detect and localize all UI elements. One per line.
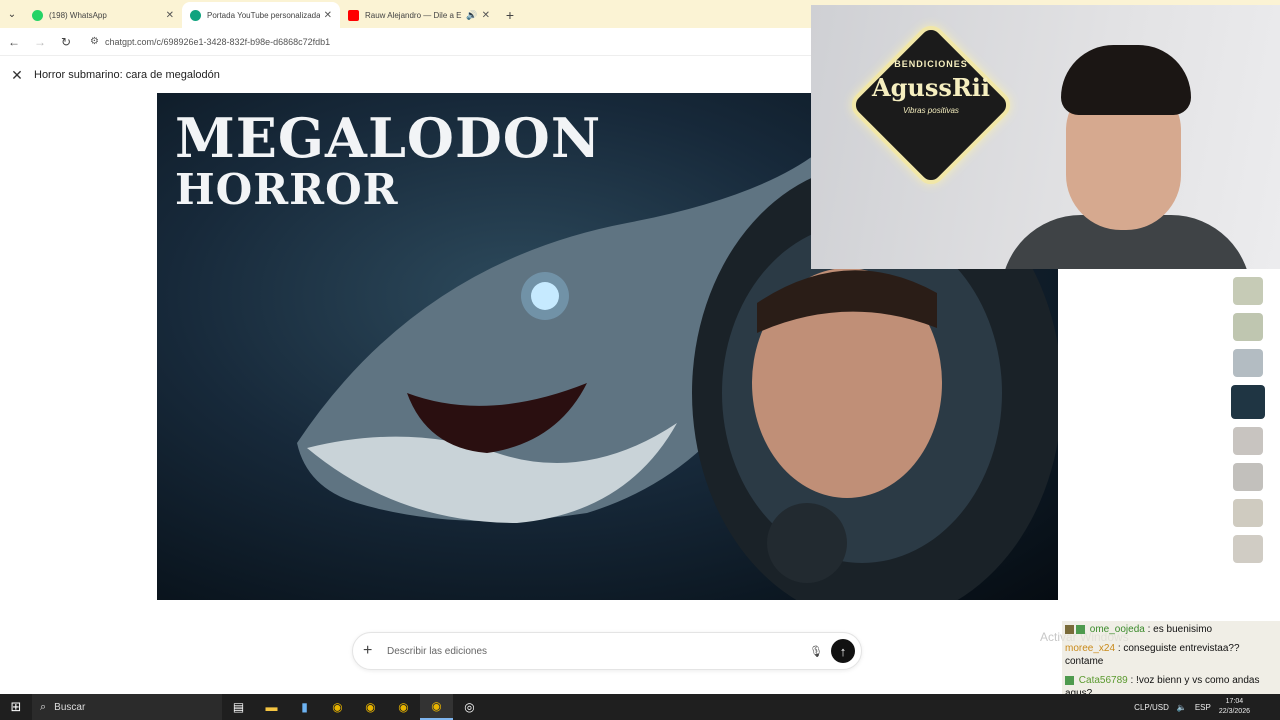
thumbnail-item[interactable] <box>1233 499 1263 527</box>
tab-title: (198) WhatsApp <box>49 10 107 20</box>
close-tab-icon[interactable]: ✕ <box>166 10 174 21</box>
image-title-line1: Megalodon <box>175 106 602 170</box>
chat-message: moree_x24 : conseguiste entrevistaa?? co… <box>1065 642 1277 668</box>
clock-time: 17:04 <box>1225 698 1244 705</box>
close-icon[interactable]: ✕ <box>0 67 34 84</box>
chrome-icon[interactable]: ◉ <box>387 694 420 720</box>
tab-title: Rauw Alejandro — Dile a El <box>365 10 463 20</box>
send-button[interactable]: ↑ <box>831 639 855 663</box>
new-tab-button[interactable]: + <box>498 2 522 28</box>
badge-icon <box>1065 624 1074 634</box>
windows-start-icon[interactable]: ⊞ <box>0 694 32 720</box>
streamer-webcam: BENDICIONES AgussRii Vibras positivas <box>811 5 1280 269</box>
tab-search-chevron-icon[interactable]: ⌄ <box>0 0 24 28</box>
chat-username: Cata56789 <box>1078 675 1128 686</box>
tab-title: Portada YouTube personalizada <box>207 10 320 20</box>
file-explorer-icon[interactable]: ▬ <box>255 694 288 720</box>
taskbar-clock[interactable]: 17:04 22/3/2026 <box>1219 697 1250 717</box>
speaker-icon[interactable]: 🔊 <box>466 10 477 21</box>
thumbnail-item[interactable] <box>1233 349 1263 377</box>
thumbnail-item[interactable] <box>1233 427 1263 455</box>
image-title-text: Megalodon Horror <box>175 111 601 211</box>
url-text: chatgpt.com/c/698926e1-3428-832f-b98e-d6… <box>104 36 331 47</box>
chat-username: moree_x24 <box>1065 643 1116 654</box>
windows-taskbar: ⊞ ⌕ Buscar ▤ ▬ ▮ ◉ ◉ ◉ ◉ ◎ CLP/USD 🔈 ESP… <box>0 694 1280 720</box>
reload-icon[interactable]: ↻ <box>54 30 78 54</box>
badge-icon <box>1076 624 1085 634</box>
chat-text: : es buenisimo <box>1147 624 1213 635</box>
tab-chatgpt[interactable]: Portada YouTube personalizada ✕ <box>182 2 340 28</box>
system-tray: CLP/USD 🔈 ESP 17:04 22/3/2026 <box>1134 694 1280 720</box>
add-attachment-icon[interactable]: + <box>363 642 383 660</box>
regulator-shape <box>767 503 847 583</box>
task-view-icon[interactable]: ▤ <box>222 694 255 720</box>
thumbnail-item[interactable] <box>1233 277 1263 305</box>
chat-message: ome_oojeda : es buenisimo <box>1065 623 1277 636</box>
thumbnail-item[interactable] <box>1233 463 1263 491</box>
chrome-icon-active[interactable]: ◉ <box>420 694 453 720</box>
whatsapp-icon <box>32 9 43 21</box>
viewer-header: ✕ Horror submarino: cara de megalodón <box>0 57 810 93</box>
thumbnail-item[interactable] <box>1233 535 1263 563</box>
page-title: Horror submarino: cara de megalodón <box>34 69 220 81</box>
edit-description-input[interactable] <box>387 645 805 657</box>
close-tab-icon[interactable]: ✕ <box>324 10 332 21</box>
chatgpt-icon <box>190 9 201 21</box>
forward-arrow-icon[interactable]: → <box>28 30 52 54</box>
back-arrow-icon[interactable]: ← <box>2 30 26 54</box>
clock-date: 22/3/2026 <box>1218 708 1250 715</box>
sign-name-text: AgussRii <box>871 73 991 102</box>
notepad-icon[interactable]: ▮ <box>288 694 321 720</box>
tab-whatsapp[interactable]: (198) WhatsApp ✕ <box>24 2 182 28</box>
streamer-figure <box>1001 45 1251 269</box>
chrome-icon[interactable]: ◉ <box>354 694 387 720</box>
image-title-line2: Horror <box>175 165 399 214</box>
edit-composer: + 🎙 ↑ <box>352 632 862 670</box>
chrome-icon[interactable]: ◉ <box>321 694 354 720</box>
volume-icon[interactable]: 🔈 <box>1177 703 1187 712</box>
tab-youtube[interactable]: Rauw Alejandro — Dile a El 🔊 ✕ <box>340 2 498 28</box>
chat-username: ome_oojeda <box>1089 624 1145 635</box>
sign-bottom-text: Vibras positivas <box>903 106 959 115</box>
language-indicator[interactable]: ESP <box>1195 703 1211 712</box>
microphone-icon[interactable]: 🎙 <box>805 645 827 658</box>
search-icon: ⌕ <box>40 700 47 713</box>
neon-sign-text: BENDICIONES AgussRii Vibras positivas <box>851 59 1011 115</box>
obs-icon[interactable]: ◎ <box>453 694 486 720</box>
sign-top-text: BENDICIONES <box>894 59 968 69</box>
eye-glow-halo <box>521 272 569 320</box>
close-tab-icon[interactable]: ✕ <box>482 10 490 21</box>
youtube-icon <box>348 9 359 21</box>
address-bar[interactable]: ⚙ chatgpt.com/c/698926e1-3428-832f-b98e-… <box>84 31 784 53</box>
thumbnail-item-active[interactable] <box>1231 385 1265 419</box>
currency-widget[interactable]: CLP/USD <box>1134 703 1169 712</box>
taskbar-search[interactable]: ⌕ Buscar <box>32 694 222 720</box>
thumbnail-item[interactable] <box>1233 313 1263 341</box>
taskbar-search-label: Buscar <box>54 701 86 713</box>
badge-icon <box>1065 675 1074 685</box>
image-thumbnail-strip <box>1230 277 1266 571</box>
site-info-icon[interactable]: ⚙ <box>90 36 99 47</box>
streamer-hair-shape <box>1061 45 1191 115</box>
